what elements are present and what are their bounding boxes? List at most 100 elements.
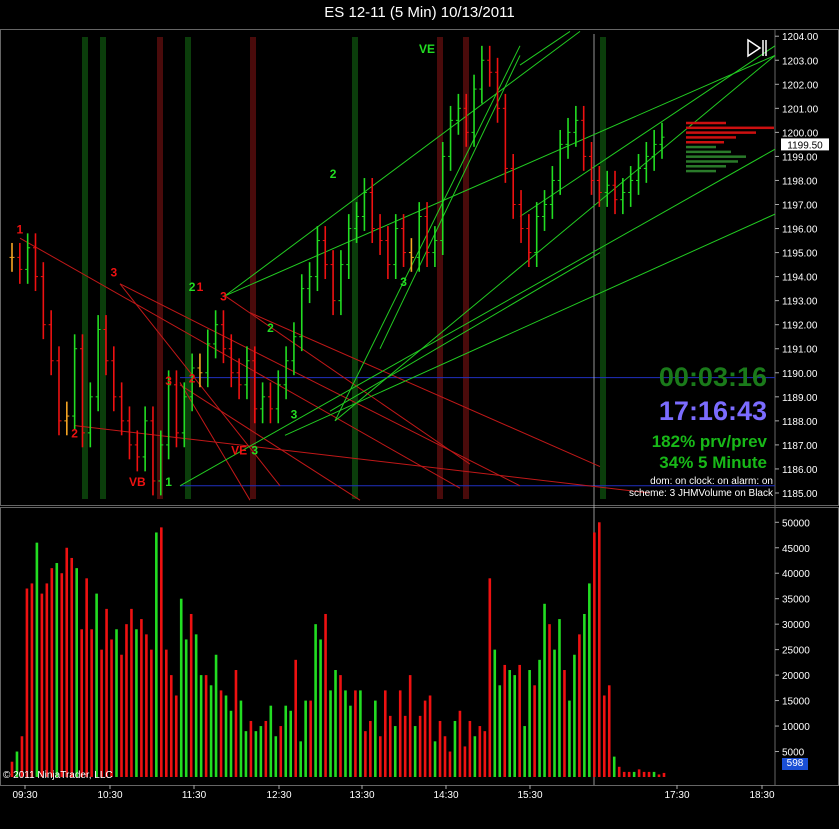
volume-bar (125, 624, 128, 777)
volume-bar (423, 700, 427, 777)
price-tick-label: 1199.00 (782, 152, 818, 163)
volume-bar (194, 634, 198, 777)
volume-bar (279, 726, 283, 777)
volume-bar (433, 741, 437, 777)
volume-bar (508, 670, 512, 777)
volume-bar (35, 542, 39, 777)
play-forward-icon[interactable] (746, 38, 768, 58)
volume-bar (204, 675, 208, 777)
session-band-green (600, 37, 606, 499)
volume-bar (274, 736, 278, 777)
profile-bar (686, 131, 756, 134)
volume-bar (209, 685, 213, 777)
volume-bar (428, 695, 432, 777)
time-tick-label: 09:30 (12, 790, 37, 801)
volume-bar (179, 598, 183, 777)
volume-bar (184, 639, 188, 777)
volume-bar (30, 583, 34, 777)
time-tick-label: 15:30 (517, 790, 542, 801)
volume-bar (359, 690, 362, 777)
wave-label: VB (129, 475, 146, 489)
profile-bar (686, 165, 726, 168)
volume-bar (513, 675, 516, 777)
volume-bar (55, 563, 59, 777)
wave-label: VE (231, 444, 247, 458)
status-line: dom: on clock: on alarm: on (650, 476, 773, 487)
volume-bar (339, 675, 342, 777)
volume-tick-label: 15000 (782, 697, 810, 708)
volume-bar (145, 634, 148, 777)
volume-bar (573, 654, 576, 777)
volume-bar (379, 736, 382, 777)
volume-bar (518, 664, 521, 777)
price-tick-label: 1200.00 (782, 128, 819, 139)
volume-bar (150, 649, 153, 777)
time-tick-label: 12:30 (266, 790, 291, 801)
volume-bar (174, 695, 178, 777)
time-tick-label: 11:30 (182, 790, 207, 801)
volume-bar (632, 771, 636, 777)
volume-bar (627, 771, 631, 777)
volume-bar (50, 568, 54, 777)
volume-bar (219, 690, 223, 777)
volume-bar (642, 771, 646, 777)
volume-tick-label: 40000 (782, 569, 810, 580)
volume-tick-label: 30000 (782, 620, 810, 631)
volume-bar (533, 685, 536, 777)
volume-bar (160, 527, 163, 777)
profile-bar (686, 136, 736, 139)
volume-bar (259, 726, 263, 777)
profile-bar (686, 160, 738, 163)
volume-bar (324, 613, 327, 777)
time-tick-label: 13:30 (349, 790, 374, 801)
profile-bar (686, 150, 731, 154)
profile-bar (686, 155, 746, 158)
wave-label: 2 (189, 371, 196, 385)
volume-5min-stat: 34% 5 Minute (659, 453, 767, 472)
volume-bar (264, 720, 268, 777)
volume-bar (45, 583, 49, 777)
volume-bar (473, 736, 477, 777)
wave-label: 3 (251, 444, 258, 458)
volume-bar (269, 705, 273, 777)
volume-bar (249, 720, 253, 777)
volume-bar (523, 726, 526, 777)
price-tick-label: 1202.00 (782, 80, 819, 91)
volume-bar (344, 690, 347, 777)
volume-bar (548, 624, 551, 777)
session-band-red (157, 37, 163, 499)
price-tick-label: 1197.00 (782, 200, 818, 211)
price-tick-label: 1186.00 (782, 465, 818, 476)
current-time: 17:16:43 (658, 396, 767, 426)
volume-bar (239, 700, 243, 777)
volume-bar (120, 654, 123, 777)
volume-bar (488, 578, 492, 777)
volume-bar (483, 731, 487, 777)
profile-bar (686, 126, 774, 130)
volume-bar (135, 629, 138, 777)
wave-label: 2 (330, 167, 337, 181)
volume-bar (448, 751, 452, 777)
volume-bar (234, 670, 238, 777)
volume-bar (458, 710, 462, 777)
volume-bar (284, 705, 288, 777)
volume-bar (40, 593, 44, 777)
wave-label: 3 (291, 407, 298, 421)
volume-bar (393, 726, 397, 777)
volume-bar (169, 675, 173, 777)
volume-tick-label: 45000 (782, 544, 810, 555)
volume-bar (418, 715, 422, 777)
wave-label: 3 (400, 275, 407, 289)
volume-bar (637, 769, 641, 777)
volume-bar (553, 649, 556, 777)
wave-label: 1 (165, 475, 172, 489)
price-tick-label: 1188.00 (782, 417, 818, 428)
volume-bar (214, 654, 218, 777)
profile-bar (686, 140, 724, 144)
profile-bar (686, 121, 726, 125)
volume-bar (70, 557, 74, 777)
volume-tick-label: 10000 (782, 722, 810, 733)
price-tick-label: 1192.00 (782, 321, 818, 332)
volume-bar (334, 670, 337, 777)
volume-bar (199, 675, 203, 777)
